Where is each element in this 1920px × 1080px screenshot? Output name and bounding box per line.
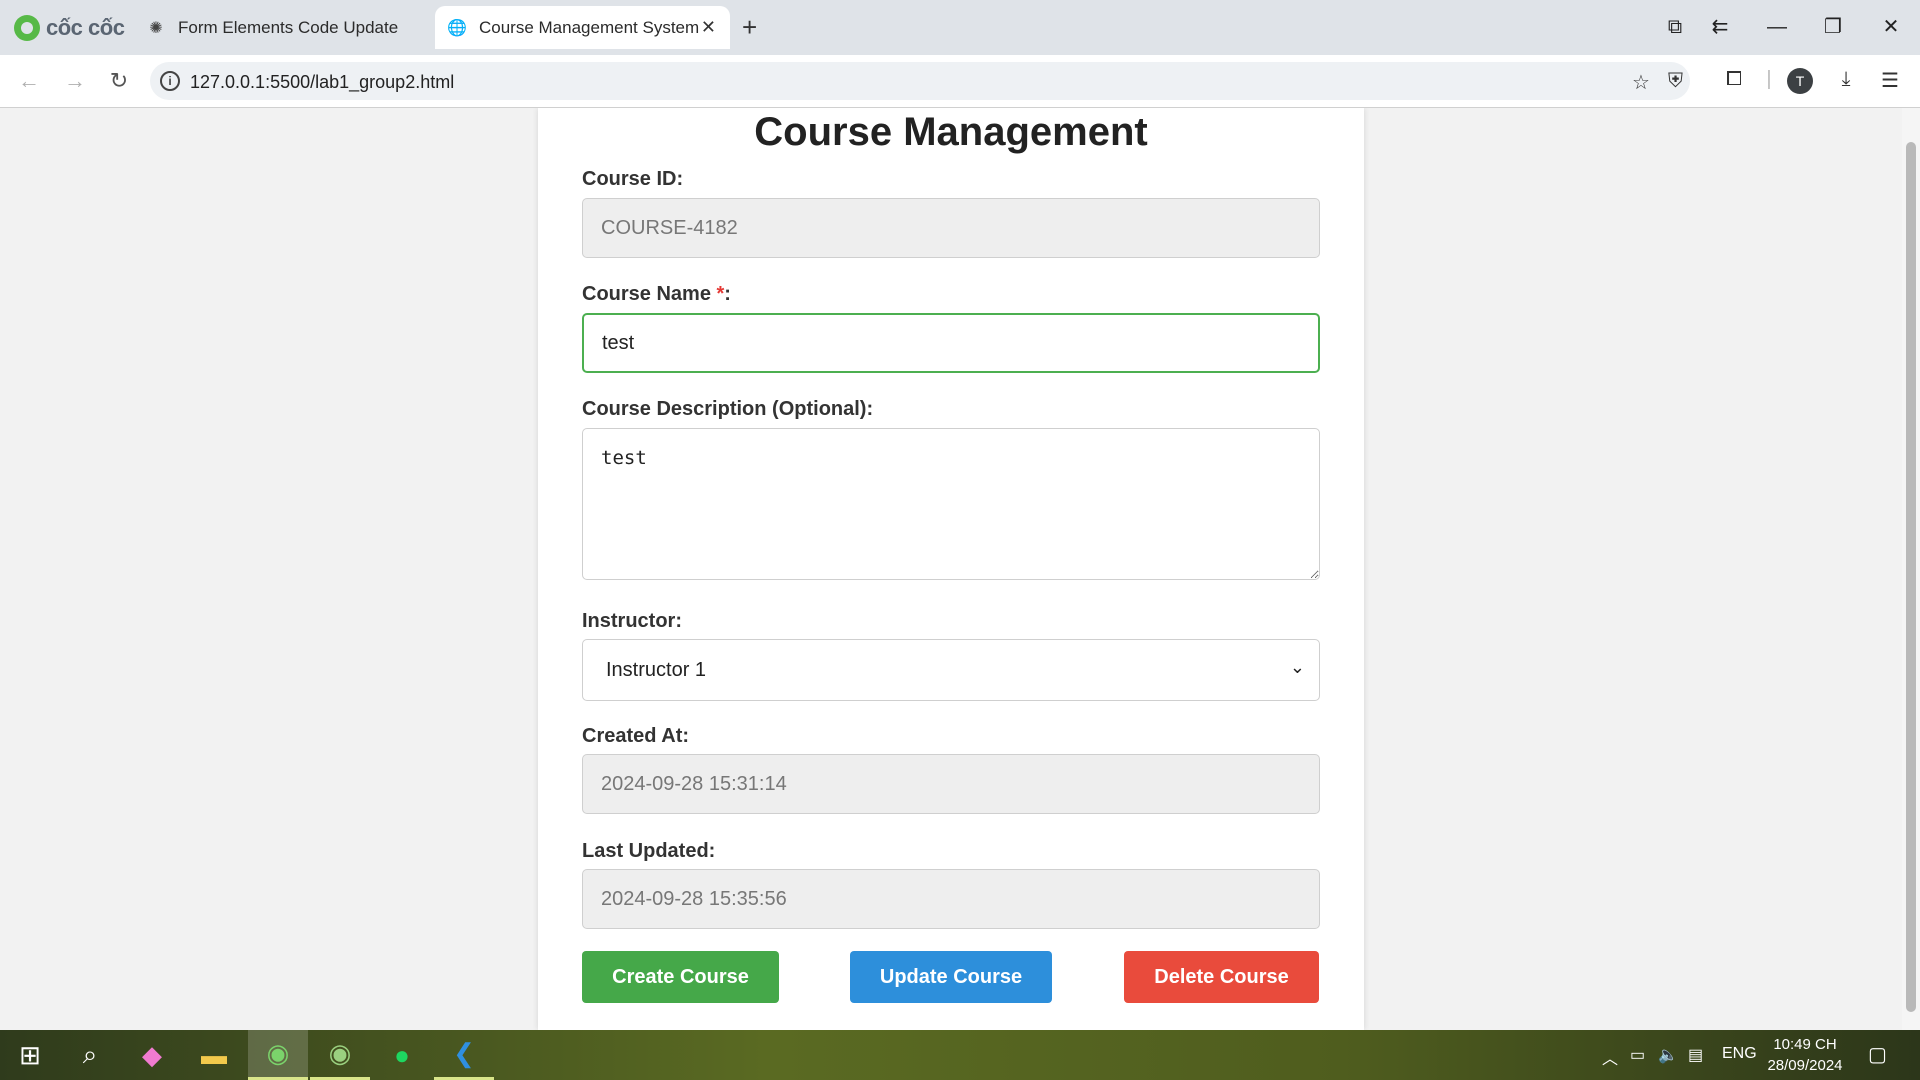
bookmark-star-icon[interactable]: ☆	[1632, 70, 1650, 95]
back-forward-cache-icon[interactable]: ⇇	[1705, 12, 1735, 42]
instructor-label: Instructor:	[582, 610, 682, 632]
new-tab-button[interactable]: +	[742, 12, 757, 42]
tab-search-icon[interactable]: ⧉	[1660, 12, 1690, 42]
course-name-label: Course Name *:	[582, 283, 731, 306]
course-name-label-colon: :	[724, 283, 731, 305]
browser-brand-label: cốc cốc	[46, 15, 125, 40]
created-at-label: Created At:	[582, 725, 690, 747]
page-title: Course Management	[754, 110, 1148, 154]
clock-time: 10:49 CH	[1773, 1036, 1837, 1053]
toolbar-divider: |	[1766, 68, 1772, 90]
created-at-field	[582, 754, 1320, 814]
instructor-selected-value: Instructor 1	[606, 659, 707, 681]
search-icon[interactable]: ⌕	[60, 1030, 120, 1080]
spotify-icon[interactable]: ●	[372, 1030, 432, 1080]
volume-icon[interactable]: 🔈	[1658, 1045, 1678, 1065]
reload-button[interactable]: ↻	[104, 67, 134, 95]
course-name-field[interactable]	[582, 313, 1320, 373]
menu-icon[interactable]: ☰	[1876, 68, 1904, 93]
taskbar-clock[interactable]: 10:49 CH 28/09/2024	[1760, 1034, 1850, 1076]
course-id-field	[582, 198, 1320, 258]
input-method-icon[interactable]: ▤	[1688, 1045, 1703, 1065]
openai-favicon-icon: ✺	[149, 19, 163, 37]
last-updated-label: Last Updated:	[582, 840, 716, 862]
course-id-label: Course ID:	[582, 168, 684, 190]
scrollbar-thumb[interactable]	[1906, 142, 1916, 1012]
minimize-button[interactable]: —	[1762, 12, 1792, 42]
coccoc-taskbar-icon[interactable]: ◉	[248, 1030, 308, 1080]
last-updated-field	[582, 869, 1320, 929]
address-bar[interactable]: i 127.0.0.1:5500/lab1_group2.html ☆ ⛨	[150, 62, 1690, 100]
windows-start-icon[interactable]: ⊞	[0, 1030, 60, 1080]
delete-course-button[interactable]: Delete Course	[1124, 951, 1319, 1003]
course-name-label-text: Course Name	[582, 283, 717, 305]
tab-form-elements[interactable]: ✺ Form Elements Code Update	[134, 6, 424, 49]
tab-title: Course Management System	[479, 17, 700, 37]
restore-button[interactable]: ❐	[1818, 12, 1848, 42]
browser-tab-bar: cốc cốc ✺ Form Elements Code Update 🌐 Co…	[0, 0, 1920, 55]
course-description-label: Course Description (Optional):	[582, 398, 874, 420]
address-url[interactable]: 127.0.0.1:5500/lab1_group2.html	[190, 72, 454, 93]
browser-toolbar: ← → ↻ i 127.0.0.1:5500/lab1_group2.html …	[0, 55, 1920, 108]
tab-title: Form Elements Code Update	[178, 17, 399, 37]
profile-avatar[interactable]: T	[1787, 68, 1813, 94]
extensions-icon[interactable]: ⧠	[1720, 68, 1748, 91]
forward-button[interactable]: →	[60, 67, 90, 95]
tab-course-management[interactable]: 🌐 Course Management System ✕	[435, 6, 730, 49]
course-form-container: Course Management Course ID: Course Name…	[538, 108, 1364, 1030]
coccoc-logo-icon	[14, 15, 40, 41]
clock-date: 28/09/2024	[1767, 1057, 1843, 1074]
tray-chevron-up-icon[interactable]: ︿	[1602, 1045, 1618, 1069]
update-course-button[interactable]: Update Course	[850, 951, 1052, 1003]
close-window-button[interactable]: ✕	[1876, 12, 1906, 42]
language-indicator[interactable]: ENG	[1722, 1045, 1757, 1063]
back-button[interactable]: ←	[14, 67, 44, 95]
site-info-icon[interactable]: i	[160, 71, 180, 91]
globe-favicon-icon: 🌐	[447, 19, 467, 37]
coccoc-profile-taskbar-icon[interactable]: ◉	[310, 1030, 370, 1080]
page-scrollbar[interactable]	[1902, 108, 1920, 1030]
vscode-icon[interactable]: ❮	[434, 1030, 494, 1080]
windows-taskbar: ⊞ ⌕ ◆ ▬ ◉ ◉ ● ❮ ︿ ▭ 🔈 ▤ ENG 10:49 CH 28/…	[0, 1030, 1920, 1080]
file-explorer-icon[interactable]: ▬	[184, 1030, 244, 1080]
notifications-icon[interactable]: ▢	[1868, 1042, 1887, 1067]
copilot-icon[interactable]: ◆	[122, 1030, 182, 1080]
page-viewport: Course Management Course ID: Course Name…	[0, 108, 1920, 1030]
shield-icon[interactable]: ⛨	[1668, 70, 1683, 93]
create-course-button[interactable]: Create Course	[582, 951, 779, 1003]
tab-close-icon[interactable]: ✕	[701, 17, 716, 38]
browser-brand[interactable]: cốc cốc	[14, 13, 125, 43]
course-description-textarea[interactable]: test	[582, 428, 1320, 580]
battery-icon[interactable]: ▭	[1630, 1045, 1645, 1065]
instructor-select[interactable]: Instructor 1 ⌄	[582, 639, 1320, 701]
chevron-down-icon: ⌄	[1289, 657, 1305, 677]
download-icon[interactable]: ⤓	[1832, 68, 1860, 91]
